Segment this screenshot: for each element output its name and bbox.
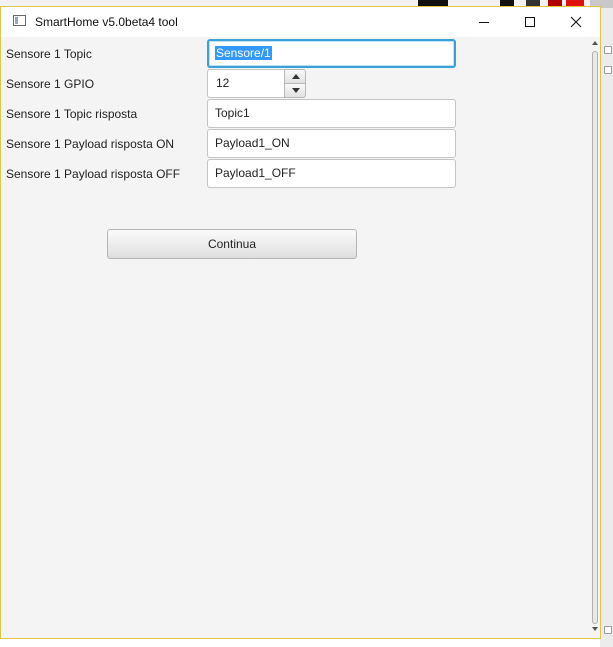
topic-input-value: Sensore/1 bbox=[215, 46, 272, 60]
continue-button[interactable]: Continua bbox=[107, 229, 357, 259]
gpio-decrement-button[interactable] bbox=[284, 83, 306, 98]
gpio-increment-button[interactable] bbox=[284, 69, 306, 84]
arrow-down-icon bbox=[292, 88, 300, 93]
arrow-up-icon bbox=[292, 74, 300, 79]
app-window-icon bbox=[13, 15, 26, 26]
close-icon bbox=[570, 16, 582, 28]
topic-input[interactable]: Sensore/1 bbox=[207, 39, 456, 68]
title-bar[interactable]: SmartHome v5.0beta4 tool bbox=[1, 7, 600, 37]
payload-on-label: Sensore 1 Payload risposta ON bbox=[6, 137, 175, 151]
gpio-spinner[interactable]: 12 bbox=[207, 69, 306, 98]
scroll-down-icon[interactable] bbox=[592, 627, 598, 631]
minimize-icon bbox=[479, 22, 489, 23]
background-app-panel bbox=[600, 8, 613, 647]
payload-off-input[interactable]: Payload1_OFF bbox=[207, 159, 456, 188]
topic-label: Sensore 1 Topic bbox=[6, 47, 92, 61]
app-window: SmartHome v5.0beta4 tool Sensore 1 Topic… bbox=[0, 6, 601, 639]
maximize-button[interactable] bbox=[507, 7, 553, 37]
scroll-up-icon[interactable] bbox=[592, 41, 598, 45]
form-panel: Sensore 1 Topic Sensore/1 Sensore 1 GPIO… bbox=[1, 37, 589, 638]
minimize-button[interactable] bbox=[461, 7, 507, 37]
payload-off-label: Sensore 1 Payload risposta OFF bbox=[6, 167, 181, 181]
payload-on-input[interactable]: Payload1_ON bbox=[207, 129, 456, 158]
vertical-scrollbar[interactable] bbox=[590, 37, 600, 638]
topic-response-label: Sensore 1 Topic risposta bbox=[6, 107, 138, 121]
maximize-icon bbox=[525, 17, 535, 27]
gpio-label: Sensore 1 GPIO bbox=[6, 77, 95, 91]
close-button[interactable] bbox=[553, 7, 599, 37]
topic-response-input[interactable]: Topic1 bbox=[207, 99, 456, 128]
window-title: SmartHome v5.0beta4 tool bbox=[35, 15, 178, 29]
gpio-input[interactable]: 12 bbox=[207, 69, 285, 98]
scrollbar-thumb[interactable] bbox=[592, 51, 598, 624]
